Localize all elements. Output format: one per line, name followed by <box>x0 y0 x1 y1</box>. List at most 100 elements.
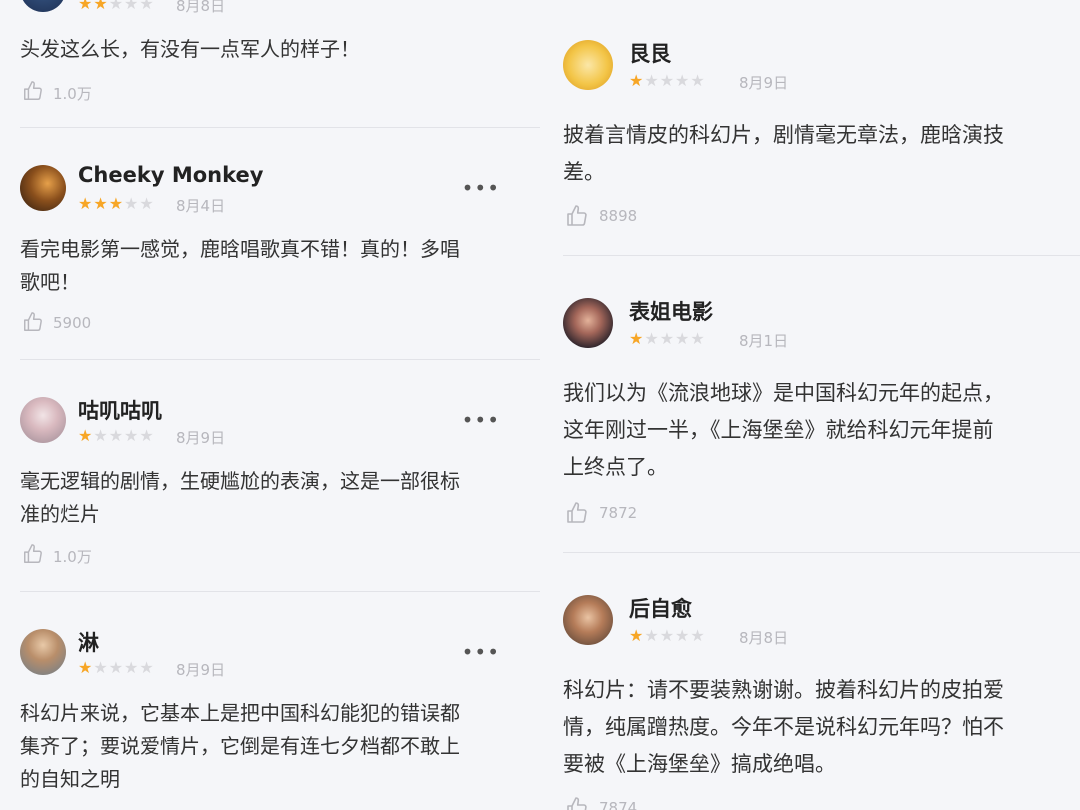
like-count: 8898 <box>599 207 638 225</box>
star-filled-icon: ★ <box>629 329 645 348</box>
reviewer-name[interactable]: 艮艮 <box>629 38 671 68</box>
avatar[interactable] <box>20 165 66 211</box>
more-options-icon[interactable]: ••• <box>462 178 500 198</box>
avatar[interactable] <box>20 629 66 675</box>
like-count: 1.0万 <box>53 548 92 566</box>
divider <box>20 127 540 128</box>
star-empty-icon: ★ <box>108 658 125 677</box>
review-card: 艮艮 ★★★★★ 8月9日 披着言情皮的科幻片，剧情毫无章法，鹿晗演技 差。 8… <box>563 38 1080 238</box>
review-text-line: 科幻片：请不要装熟谢谢。披着科幻片的皮拍爱 <box>563 678 1004 702</box>
star-empty-icon: ★ <box>659 71 676 90</box>
thumbs-up-icon <box>567 502 587 523</box>
review-date: 8月9日 <box>739 74 789 92</box>
star-filled-icon: ★ <box>93 0 109 13</box>
star-empty-icon: ★ <box>93 658 109 677</box>
divider <box>20 591 540 592</box>
thumbs-up-icon <box>567 797 587 810</box>
star-empty-icon: ★ <box>108 426 125 445</box>
like-count: 5900 <box>53 314 92 332</box>
star-empty-icon: ★ <box>124 0 140 13</box>
review-text-line: 差。 <box>563 160 605 184</box>
like-count: 7872 <box>599 504 638 522</box>
review-date: 8月9日 <box>176 661 226 679</box>
star-empty-icon: ★ <box>139 658 155 677</box>
star-empty-icon: ★ <box>124 658 140 677</box>
review-card: 淋 ★★★★★ 8月9日 ••• 科幻片来说，它基本上是把中国科幻能犯的错误都 … <box>20 627 540 810</box>
review-text-line: 的自知之明 <box>20 767 120 791</box>
star-empty-icon: ★ <box>93 426 109 445</box>
review-text-line: 科幻片来说，它基本上是把中国科幻能犯的错误都 <box>20 701 460 725</box>
review-text-line: 准的烂片 <box>20 502 100 526</box>
star-filled-icon: ★ <box>78 426 94 445</box>
review-card: ★★★★★ 8月8日 头发这么长，有没有一点军人的样子！ 1.0万 <box>20 0 540 120</box>
star-filled-icon: ★ <box>78 658 94 677</box>
divider <box>563 255 1080 256</box>
star-empty-icon: ★ <box>139 426 155 445</box>
star-empty-icon: ★ <box>644 329 660 348</box>
reviewer-name[interactable]: 咕叽咕叽 <box>78 395 162 425</box>
reviewer-name[interactable]: 表姐电影 <box>629 296 713 326</box>
star-empty-icon: ★ <box>690 329 706 348</box>
star-empty-icon: ★ <box>108 0 125 13</box>
like-count: 1.0万 <box>53 85 92 103</box>
more-options-icon[interactable]: ••• <box>462 410 500 430</box>
review-text-line: 毫无逻辑的剧情，生硬尴尬的表演，这是一部很标 <box>20 469 460 493</box>
review-text-line: 披着言情皮的科幻片，剧情毫无章法，鹿晗演技 <box>563 123 1004 147</box>
like-count: 7874 <box>599 799 638 810</box>
star-rating: ★★★★★ <box>78 194 155 213</box>
avatar[interactable] <box>563 298 613 348</box>
thumbs-up-icon <box>24 312 42 331</box>
thumbs-up-icon <box>24 544 42 563</box>
star-rating: ★★★★★ <box>78 426 155 445</box>
star-empty-icon: ★ <box>139 0 155 13</box>
divider <box>20 359 540 360</box>
more-options-icon[interactable]: ••• <box>462 642 500 662</box>
review-text-line: 歌吧！ <box>20 270 80 294</box>
review-date: 8月8日 <box>176 0 226 15</box>
star-empty-icon: ★ <box>644 626 660 645</box>
reviewer-name[interactable]: 后自愈 <box>629 593 692 623</box>
star-filled-icon: ★ <box>93 194 109 213</box>
star-empty-icon: ★ <box>659 329 676 348</box>
review-date: 8月4日 <box>176 197 226 215</box>
avatar[interactable] <box>20 397 66 443</box>
star-filled-icon: ★ <box>629 71 645 90</box>
star-filled-icon: ★ <box>629 626 645 645</box>
star-filled-icon: ★ <box>108 194 125 213</box>
review-date: 8月8日 <box>739 629 789 647</box>
review-card: 表姐电影 ★★★★★ 8月1日 我们以为《流浪地球》是中国科幻元年的起点， 这年… <box>563 296 1080 536</box>
star-empty-icon: ★ <box>124 426 140 445</box>
thumbs-up-icon <box>24 81 42 100</box>
left-review-column: ★★★★★ 8月8日 头发这么长，有没有一点军人的样子！ 1.0万 Cheeky… <box>0 0 540 810</box>
review-card: 后自愈 ★★★★★ 8月8日 科幻片：请不要装熟谢谢。披着科幻片的皮拍爱 情，纯… <box>563 593 1080 810</box>
thumbs-up-icon <box>567 205 587 226</box>
star-empty-icon: ★ <box>139 194 155 213</box>
review-date: 8月9日 <box>176 429 226 447</box>
right-review-column: 艮艮 ★★★★★ 8月9日 披着言情皮的科幻片，剧情毫无章法，鹿晗演技 差。 8… <box>543 0 1080 810</box>
reviewer-name[interactable]: Cheeky Monkey <box>78 163 263 187</box>
avatar[interactable] <box>563 40 613 90</box>
star-empty-icon: ★ <box>124 194 140 213</box>
star-empty-icon: ★ <box>659 626 676 645</box>
review-text-line: 上终点了。 <box>563 455 668 479</box>
review-text-line: 这年刚过一半，《上海堡垒》就给科幻元年提前 <box>563 418 994 442</box>
review-card: 咕叽咕叽 ★★★★★ 8月9日 ••• 毫无逻辑的剧情，生硬尴尬的表演，这是一部… <box>20 395 540 575</box>
reviewer-name[interactable]: 淋 <box>78 627 99 657</box>
review-text: 头发这么长，有没有一点军人的样子！ <box>20 37 360 61</box>
star-rating: ★★★★★ <box>78 0 155 13</box>
review-card: Cheeky Monkey ★★★★★ 8月4日 ••• 看完电影第一感觉，鹿晗… <box>20 163 540 343</box>
star-empty-icon: ★ <box>675 626 691 645</box>
review-text-line: 看完电影第一感觉，鹿晗唱歌真不错！真的！多唱 <box>20 237 460 261</box>
review-text-line: 要被《上海堡垒》搞成绝唱。 <box>563 752 836 776</box>
star-empty-icon: ★ <box>690 626 706 645</box>
avatar[interactable] <box>563 595 613 645</box>
star-rating: ★★★★★ <box>629 71 706 90</box>
star-empty-icon: ★ <box>675 329 691 348</box>
review-text-line: 情，纯属蹭热度。今年不是说科幻元年吗？怕不 <box>563 715 1004 739</box>
review-date: 8月1日 <box>739 332 789 350</box>
star-rating: ★★★★★ <box>629 626 706 645</box>
star-rating: ★★★★★ <box>629 329 706 348</box>
star-filled-icon: ★ <box>78 0 94 13</box>
avatar[interactable] <box>20 0 66 12</box>
review-text-line: 集齐了；要说爱情片，它倒是有连七夕档都不敢上 <box>20 734 460 758</box>
